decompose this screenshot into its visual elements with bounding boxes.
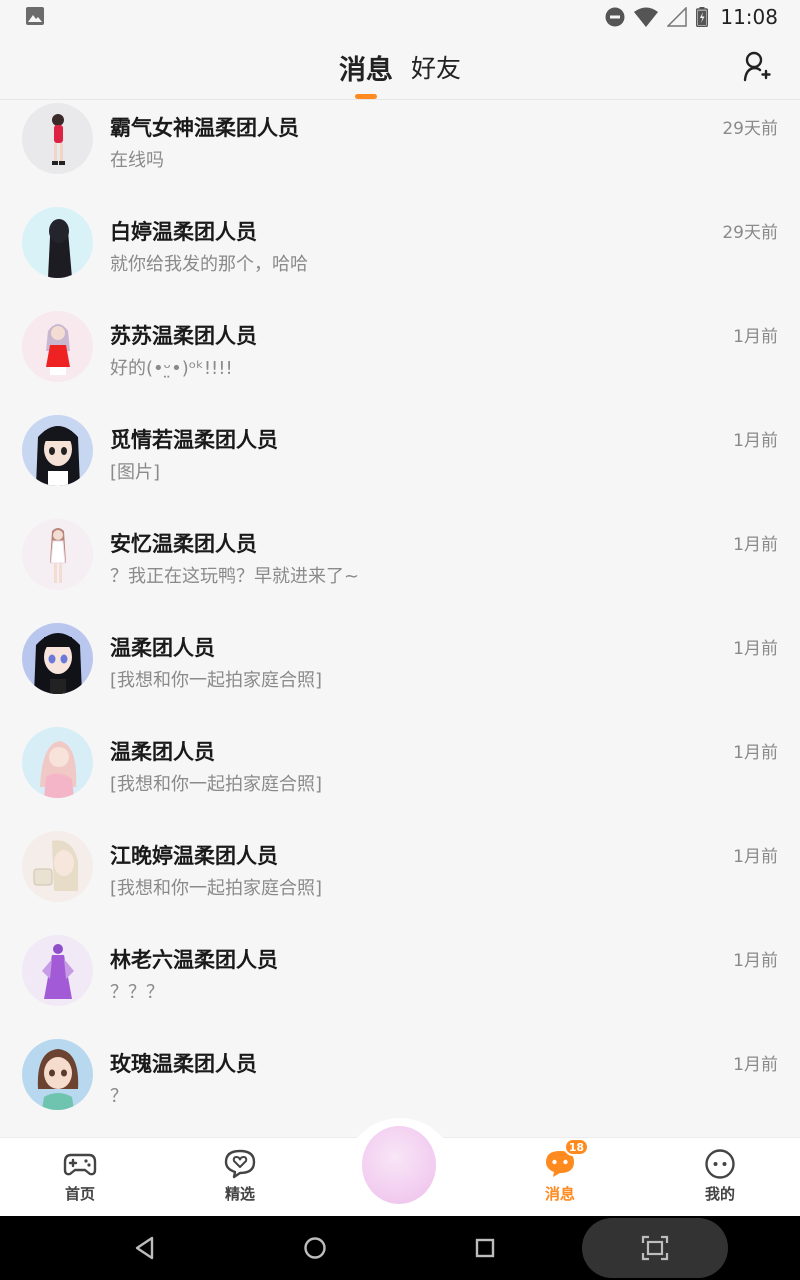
gamepad-icon bbox=[63, 1153, 97, 1176]
conversation-name: 温柔团人员 bbox=[110, 636, 215, 660]
tab-messages[interactable]: 消息 bbox=[339, 34, 393, 100]
header-tabs: 消息 好友 bbox=[0, 34, 800, 100]
conversation-preview: 就你给我发的那个，哈哈 bbox=[110, 254, 308, 275]
conversation-time: 1月前 bbox=[733, 535, 778, 555]
conversation-preview: [我想和你一起拍家庭合照] bbox=[110, 774, 323, 795]
conversation-item[interactable]: 苏苏温柔团人员 好的(•ᵕ̤•)ᵒᵏ!!!! 1月前 bbox=[0, 308, 800, 412]
face-icon bbox=[705, 1149, 735, 1179]
nav-label-home: 首页 bbox=[64, 1185, 95, 1203]
avatar bbox=[22, 623, 93, 694]
conversation-item[interactable]: 霸气女神温柔团人员 在线吗 29天前 bbox=[0, 100, 800, 204]
battery-icon bbox=[696, 7, 709, 27]
conversation-name: 温柔团人员 bbox=[110, 740, 215, 764]
conversation-preview: ？ bbox=[110, 1086, 128, 1107]
nav-item-featured[interactable]: 精选 bbox=[200, 1148, 280, 1210]
conversation-item[interactable]: 觅情若温柔团人员 [图片] 1月前 bbox=[0, 412, 800, 516]
nav-item-messages[interactable]: 18 消息 bbox=[520, 1138, 600, 1210]
conversation-time: 1月前 bbox=[733, 847, 778, 867]
conversation-time: 29天前 bbox=[722, 119, 778, 139]
conversation-preview: ？？？ bbox=[110, 982, 164, 1003]
conversation-item[interactable]: 安忆温柔团人员 ？我正在这玩鸭？早就进来了~ 1月前 bbox=[0, 516, 800, 620]
conversation-preview: 在线吗 bbox=[110, 150, 164, 171]
conversation-item[interactable]: 江晚婷温柔团人员 [我想和你一起拍家庭合照] 1月前 bbox=[0, 828, 800, 932]
conversation-time: 1月前 bbox=[733, 639, 778, 659]
status-time: 11:08 bbox=[720, 5, 778, 29]
messages-screen: 11:08 消息 好友 霸气女神温柔团人员 在线吗 29天前 白婷温柔团人员 就… bbox=[0, 0, 800, 1280]
conversation-time: 1月前 bbox=[733, 327, 778, 347]
conversation-name: 安忆温柔团人员 bbox=[110, 532, 257, 556]
conversation-name: 林老六温柔团人员 bbox=[110, 948, 278, 972]
conversation-time: 29天前 bbox=[722, 223, 778, 243]
avatar bbox=[22, 103, 93, 174]
conversation-name: 霸气女神温柔团人员 bbox=[110, 116, 299, 140]
avatar bbox=[22, 935, 93, 1006]
add-user-icon[interactable] bbox=[742, 50, 774, 82]
message-icon-wrapper: 18 bbox=[543, 1138, 589, 1180]
avatar bbox=[22, 207, 93, 278]
status-bar: 11:08 bbox=[0, 0, 800, 34]
conversation-time: 1月前 bbox=[733, 951, 778, 971]
wifi-icon bbox=[634, 7, 659, 27]
conversation-preview: 好的(•ᵕ̤•)ᵒᵏ!!!! bbox=[110, 358, 233, 379]
avatar bbox=[22, 415, 93, 486]
conversation-preview: ？我正在这玩鸭？早就进来了~ bbox=[110, 566, 360, 587]
avatar bbox=[22, 519, 93, 590]
conversation-item[interactable]: 温柔团人员 [我想和你一起拍家庭合照] 1月前 bbox=[0, 620, 800, 724]
nav-label-messages: 消息 bbox=[544, 1185, 575, 1203]
conversation-time: 1月前 bbox=[733, 1055, 778, 1075]
conversation-preview: [我想和你一起拍家庭合照] bbox=[110, 670, 323, 691]
tab-friends-label: 好友 bbox=[410, 54, 461, 83]
conversation-name: 江晚婷温柔团人员 bbox=[110, 844, 278, 868]
home-icon[interactable] bbox=[299, 1232, 331, 1264]
system-nav-bar bbox=[0, 1216, 800, 1280]
nav-label-featured: 精选 bbox=[224, 1185, 255, 1203]
conversation-preview: [我想和你一起拍家庭合照] bbox=[110, 878, 323, 899]
avatar bbox=[22, 727, 93, 798]
active-tab-indicator bbox=[354, 94, 377, 99]
conversation-item[interactable]: 林老六温柔团人员 ？？？ 1月前 bbox=[0, 932, 800, 1036]
conversation-name: 白婷温柔团人员 bbox=[110, 220, 257, 244]
avatar bbox=[22, 1039, 93, 1110]
conversation-time: 1月前 bbox=[733, 743, 778, 763]
conversation-preview: [图片] bbox=[110, 462, 161, 483]
screenshot-icon bbox=[641, 1235, 669, 1261]
nav-item-me[interactable]: 我的 bbox=[680, 1148, 760, 1210]
signal-icon bbox=[667, 7, 688, 27]
conversation-name: 玫瑰温柔团人员 bbox=[110, 1052, 257, 1076]
nav-label-me: 我的 bbox=[704, 1185, 735, 1203]
conversation-list[interactable]: 霸气女神温柔团人员 在线吗 29天前 白婷温柔团人员 就你给我发的那个，哈哈 2… bbox=[0, 100, 800, 1138]
tab-friends[interactable]: 好友 bbox=[411, 34, 461, 100]
dnd-icon bbox=[605, 7, 625, 27]
conversation-name: 苏苏温柔团人员 bbox=[110, 324, 257, 348]
nav-item-home[interactable]: 首页 bbox=[40, 1148, 120, 1210]
screenshot-button[interactable] bbox=[582, 1218, 728, 1278]
conversation-item[interactable]: 白婷温柔团人员 就你给我发的那个，哈哈 29天前 bbox=[0, 204, 800, 308]
back-icon[interactable] bbox=[129, 1232, 161, 1264]
avatar bbox=[22, 831, 93, 902]
recents-icon[interactable] bbox=[469, 1232, 501, 1264]
tab-messages-label: 消息 bbox=[338, 54, 393, 86]
top-header: 消息 好友 bbox=[0, 34, 800, 100]
status-icons: 11:08 bbox=[605, 4, 778, 30]
heart-bubble-icon bbox=[224, 1149, 256, 1179]
conversation-name: 觅情若温柔团人员 bbox=[110, 428, 278, 452]
unread-badge: 18 bbox=[563, 1138, 589, 1156]
conversation-time: 1月前 bbox=[733, 431, 778, 451]
image-icon bbox=[26, 7, 44, 25]
conversation-item[interactable]: 温柔团人员 [我想和你一起拍家庭合照] 1月前 bbox=[0, 724, 800, 828]
avatar bbox=[22, 311, 93, 382]
center-avatar[interactable] bbox=[362, 1126, 436, 1204]
